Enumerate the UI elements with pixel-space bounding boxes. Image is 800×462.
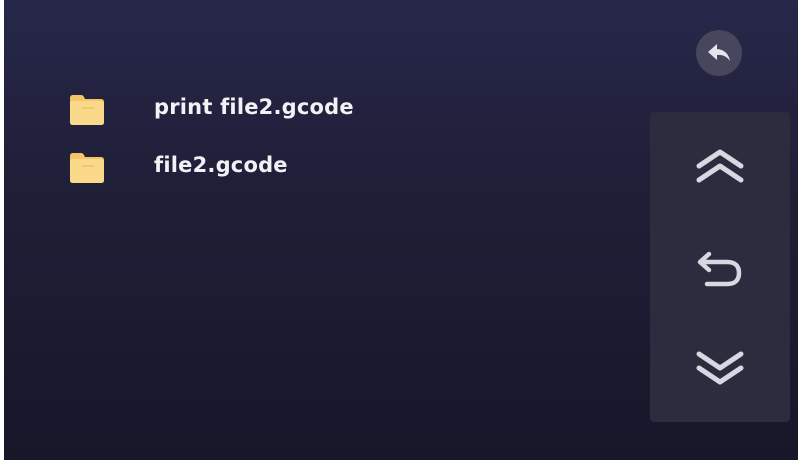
file-list: print file2.gcode file2.gcode bbox=[68, 80, 628, 196]
file-item-print-file2[interactable]: print file2.gcode bbox=[68, 80, 628, 138]
file-item-file2[interactable]: file2.gcode bbox=[68, 138, 628, 196]
back-button[interactable] bbox=[696, 30, 742, 76]
page-up-button[interactable] bbox=[690, 136, 750, 196]
folder-icon bbox=[70, 153, 104, 183]
double-chevron-up-icon bbox=[696, 149, 744, 183]
folder-icon bbox=[70, 95, 104, 125]
return-arrow-icon bbox=[697, 251, 742, 287]
file-browser-screen: print file2.gcode file2.gcode bbox=[4, 0, 798, 460]
return-button[interactable] bbox=[690, 240, 750, 300]
file-name: print file2.gcode bbox=[154, 95, 354, 119]
page-navigation-panel bbox=[650, 112, 790, 422]
back-arrow-icon bbox=[708, 44, 730, 61]
page-down-button[interactable] bbox=[690, 338, 750, 398]
double-chevron-down-icon bbox=[696, 351, 744, 385]
file-name: file2.gcode bbox=[154, 153, 288, 177]
